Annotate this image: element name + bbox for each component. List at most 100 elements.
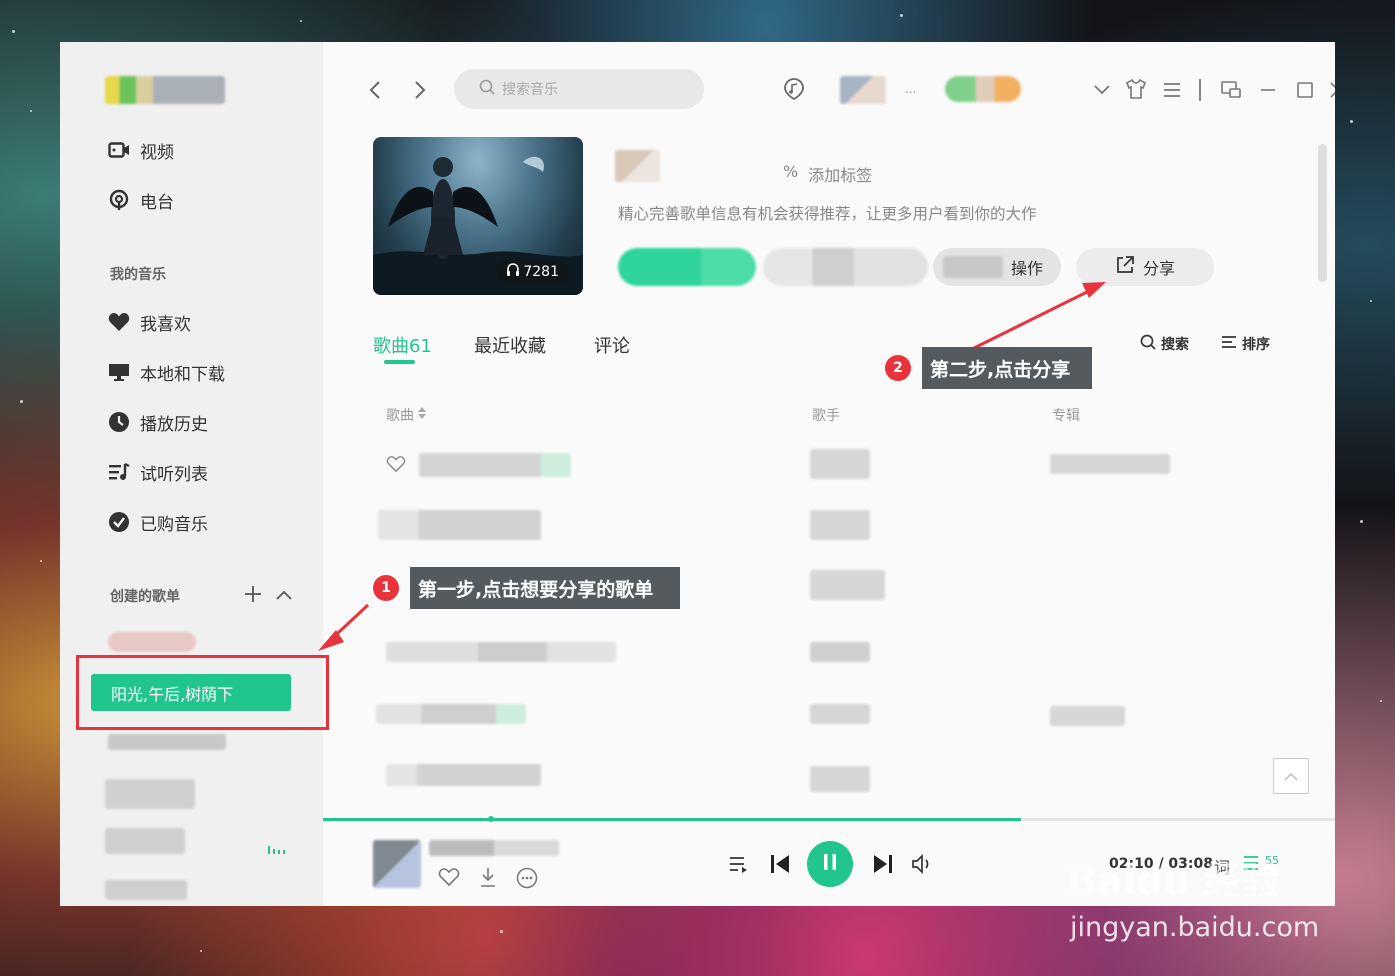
table-row[interactable] bbox=[376, 704, 526, 724]
tag-icon: % bbox=[783, 162, 799, 181]
sidebar-item-trial-list[interactable]: 试听列表 bbox=[108, 457, 208, 487]
sort-icon bbox=[1221, 334, 1237, 354]
tab-songs[interactable]: 歌曲61 bbox=[373, 332, 432, 358]
next-track-icon[interactable] bbox=[871, 852, 895, 876]
tab-recent-collect[interactable]: 最近收藏 bbox=[474, 332, 546, 358]
table-row[interactable] bbox=[386, 642, 616, 662]
progress-fill bbox=[323, 818, 1022, 821]
playlist-item-blurred[interactable] bbox=[105, 828, 185, 854]
search-placeholder: 搜索音乐 bbox=[502, 82, 558, 98]
column-song[interactable]: 歌曲 bbox=[386, 405, 427, 425]
pause-icon bbox=[821, 852, 839, 876]
sidebar-item-local-download[interactable]: 本地和下载 bbox=[108, 357, 225, 387]
vip-badge[interactable] bbox=[945, 76, 1021, 102]
progress-marker bbox=[488, 816, 494, 822]
more-options-icon[interactable] bbox=[516, 867, 538, 889]
table-row[interactable] bbox=[419, 453, 571, 477]
like-heart-icon[interactable] bbox=[438, 867, 460, 887]
column-artist: 歌手 bbox=[812, 408, 840, 424]
back-to-top-button[interactable] bbox=[1273, 758, 1309, 794]
collapse-chevron-up-icon[interactable] bbox=[275, 587, 293, 606]
sidebar-item-history[interactable]: 播放历史 bbox=[108, 407, 208, 437]
close-icon[interactable] bbox=[1329, 78, 1335, 102]
table-row[interactable] bbox=[378, 510, 541, 540]
add-tag-label: 添加标签 bbox=[808, 166, 873, 185]
sidebar-item-video[interactable]: 视频 bbox=[108, 135, 174, 165]
main-panel: 搜索音乐 ... 7281 % 添加标签 精心完善歌单信息有机会获得推荐，让更多… bbox=[323, 42, 1335, 906]
sort-button[interactable]: 排序 bbox=[1221, 334, 1270, 354]
sidebar-item-label: 已购音乐 bbox=[140, 514, 208, 535]
table-row-artist bbox=[810, 570, 885, 600]
creator-avatar[interactable] bbox=[615, 150, 660, 182]
share-button[interactable]: 分享 bbox=[1076, 248, 1214, 286]
playlist-item-blurred[interactable] bbox=[108, 632, 196, 652]
table-row-album bbox=[1050, 706, 1125, 726]
play-count: 7281 bbox=[523, 263, 559, 280]
watermark-brand: Baidu 经验 bbox=[1068, 859, 1280, 903]
operate-button[interactable]: 操作 bbox=[933, 248, 1061, 286]
user-avatar[interactable] bbox=[840, 76, 886, 104]
sidebar-item-label: 视频 bbox=[140, 142, 174, 163]
add-tag-link[interactable]: % 添加标签 bbox=[783, 162, 872, 186]
monitor-icon bbox=[108, 361, 130, 383]
toolbar-divider bbox=[1199, 79, 1201, 101]
play-all-button[interactable] bbox=[618, 248, 756, 286]
play-mode-icon[interactable] bbox=[728, 854, 750, 874]
radio-icon bbox=[108, 189, 130, 211]
maximize-icon[interactable] bbox=[1296, 78, 1314, 102]
playlist-item-blurred[interactable] bbox=[105, 779, 195, 809]
pause-button[interactable] bbox=[807, 841, 853, 887]
sort-arrows-icon bbox=[417, 406, 427, 424]
search-input[interactable]: 搜索音乐 bbox=[454, 69, 704, 109]
skin-tshirt-icon[interactable] bbox=[1125, 77, 1147, 101]
playlist-cover[interactable]: 7281 bbox=[373, 137, 583, 295]
search-songs-button[interactable]: 搜索 bbox=[1140, 334, 1189, 354]
sidebar-item-purchased[interactable]: 已购音乐 bbox=[108, 507, 208, 537]
tab-comments[interactable]: 评论 bbox=[594, 332, 630, 358]
now-playing-bars-icon bbox=[268, 839, 286, 858]
play-count-badge: 7281 bbox=[496, 260, 569, 283]
music-app-window: 视频 电台 我的音乐 我喜欢 本地和下载 播放历史 试听列表 已购音乐 创建的歌… bbox=[60, 42, 1335, 906]
minimize-icon[interactable] bbox=[1259, 78, 1277, 102]
step2-number-badge: 2 bbox=[885, 355, 911, 381]
mini-mode-icon[interactable] bbox=[1220, 78, 1242, 102]
tab-active-indicator bbox=[384, 360, 415, 364]
like-heart-icon[interactable] bbox=[386, 455, 406, 475]
step1-callout: 第一步,点击想要分享的歌单 bbox=[410, 567, 680, 609]
chevron-up-icon bbox=[1283, 767, 1299, 786]
menu-icon[interactable] bbox=[1162, 78, 1182, 102]
scrollbar-thumb[interactable] bbox=[1318, 144, 1327, 282]
volume-icon[interactable] bbox=[910, 853, 934, 875]
download-icon[interactable] bbox=[478, 866, 498, 888]
sidebar-item-label: 电台 bbox=[140, 192, 174, 213]
playlist-icon bbox=[108, 461, 130, 483]
blurred-label bbox=[943, 256, 1003, 278]
step1-number-badge: 1 bbox=[373, 575, 399, 601]
playlist-item-blurred[interactable] bbox=[105, 880, 187, 900]
sidebar-item-label: 本地和下载 bbox=[140, 364, 225, 385]
table-row-artist bbox=[810, 642, 870, 662]
step2-callout: 第二步,点击分享 bbox=[922, 347, 1092, 389]
collect-button[interactable] bbox=[763, 248, 928, 286]
playlist-item-blurred[interactable] bbox=[108, 734, 226, 750]
sidebar: 视频 电台 我的音乐 我喜欢 本地和下载 播放历史 试听列表 已购音乐 创建的歌… bbox=[60, 42, 323, 906]
music-recognize-icon[interactable] bbox=[783, 77, 805, 101]
dropdown-chevron-icon[interactable] bbox=[1093, 78, 1111, 102]
back-chevron-icon[interactable] bbox=[368, 78, 382, 102]
sidebar-item-radio[interactable]: 电台 bbox=[108, 185, 174, 215]
now-playing-cover[interactable] bbox=[373, 840, 421, 888]
table-row-artist bbox=[810, 510, 870, 540]
playback-progress[interactable] bbox=[323, 816, 1335, 822]
forward-chevron-icon[interactable] bbox=[413, 78, 427, 102]
my-music-title: 我的音乐 bbox=[110, 267, 166, 283]
previous-track-icon[interactable] bbox=[768, 852, 792, 876]
heart-icon bbox=[108, 311, 130, 333]
table-row[interactable] bbox=[386, 764, 541, 786]
add-playlist-icon[interactable] bbox=[244, 585, 262, 607]
search-label: 搜索 bbox=[1161, 337, 1189, 353]
sidebar-item-favorites[interactable]: 我喜欢 bbox=[108, 307, 191, 337]
table-row-artist bbox=[810, 449, 870, 479]
table-row-artist bbox=[810, 704, 870, 724]
sidebar-item-label: 我喜欢 bbox=[140, 314, 191, 335]
highlight-box-step1 bbox=[76, 655, 329, 730]
